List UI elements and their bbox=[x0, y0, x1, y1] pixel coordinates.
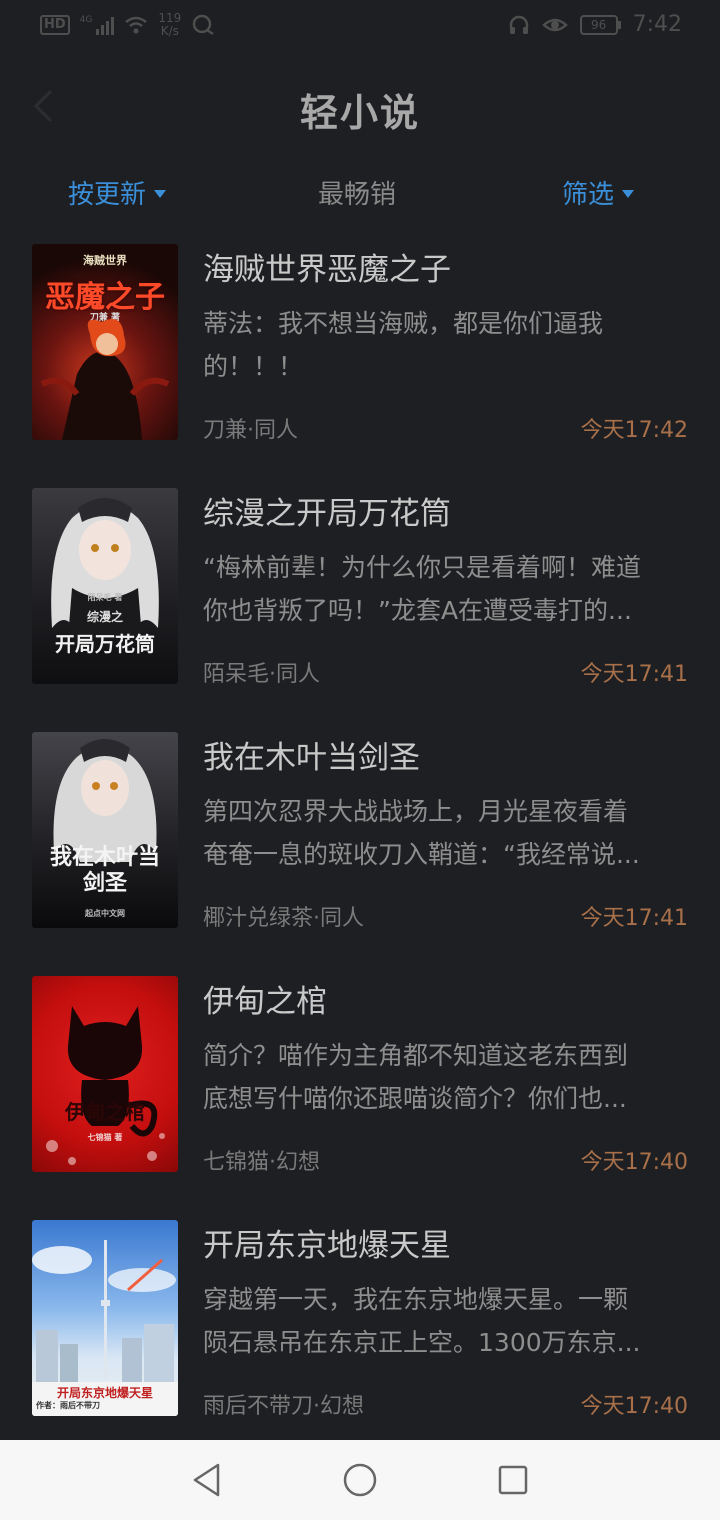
book-title: 海贼世界恶魔之子 bbox=[203, 252, 451, 288]
wifi-icon bbox=[125, 16, 148, 34]
circle-home-icon bbox=[343, 1463, 377, 1497]
status-bar: HD 4G 119 K/s 96 7:42 bbox=[0, 0, 720, 56]
battery-icon: 96 bbox=[579, 14, 621, 35]
app-root: HD 4G 119 K/s 96 7:42 轻小说 按更新 最畅销 筛选 海贼世… bbox=[0, 0, 720, 1520]
tab-latest-label: 按更新 bbox=[68, 180, 147, 210]
cover-text-main: 开局万花筒 bbox=[55, 632, 155, 656]
book-update-time: 今天17:40 bbox=[580, 1150, 688, 1175]
book-cover[interactable]: 综漫之 开局万花筒 陌呆毛 著 bbox=[32, 488, 178, 684]
tab-filter-label: 筛选 bbox=[562, 180, 615, 210]
book-list: 海贼世界 恶魔之子 刀兼 著 海贼世界恶魔之子 蒂法：我不想当海贼，都是你们逼我… bbox=[0, 244, 720, 1464]
book-update-time: 今天17:41 bbox=[580, 662, 688, 687]
book-author-category: 刀兼·同人 bbox=[203, 418, 298, 443]
book-desc: 简介？喵作为主角都不知道这老东西到 底想写什喵你还跟喵谈简介？你们也... bbox=[203, 1034, 691, 1120]
signal-icon: 4G bbox=[80, 15, 115, 35]
square-recents-icon bbox=[499, 1465, 528, 1495]
cover-author: 起点中文网 bbox=[85, 909, 125, 918]
book-item[interactable]: 伊甸之棺 七锦猫 著 伊甸之棺 简介？喵作为主角都不知道这老东西到 底想写什喵你… bbox=[0, 976, 720, 1220]
book-cover[interactable]: 开局东京地爆天星 作者：雨后不带刀 bbox=[32, 1220, 178, 1416]
hd-indicator: HD bbox=[40, 15, 70, 35]
book-desc-line: 第四次忍界大战战场上，月光星夜看着 bbox=[203, 797, 629, 826]
net-speed: 119 K/s bbox=[158, 12, 181, 38]
cover-text-top: 海贼世界 bbox=[83, 254, 127, 267]
book-desc-line: “梅林前辈！为什么你只是看着啊！难道 bbox=[203, 553, 641, 582]
cover-author: 七锦猫 著 bbox=[87, 1133, 123, 1142]
status-left: HD 4G 119 K/s bbox=[40, 12, 215, 38]
chat-bubble-icon bbox=[193, 14, 214, 36]
book-cover[interactable]: 伊甸之棺 七锦猫 著 bbox=[32, 976, 178, 1172]
nav-back-button[interactable] bbox=[182, 1455, 232, 1505]
book-title: 伊甸之棺 bbox=[203, 984, 327, 1020]
book-author-category: 雨后不带刀·幻想 bbox=[203, 1394, 364, 1419]
book-item[interactable]: 海贼世界 恶魔之子 刀兼 著 海贼世界恶魔之子 蒂法：我不想当海贼，都是你们逼我… bbox=[0, 244, 720, 488]
book-title: 开局东京地爆天星 bbox=[203, 1228, 451, 1264]
cover-text-top: 综漫之 bbox=[86, 610, 123, 624]
book-author-category: 椰汁兑绿茶·同人 bbox=[203, 906, 364, 931]
headphones-icon bbox=[509, 15, 528, 34]
book-author-category: 七锦猫·幻想 bbox=[203, 1150, 320, 1175]
net-gen-label: 4G bbox=[79, 15, 93, 25]
book-desc-line: 底想写什喵你还跟喵谈简介？你们也... bbox=[203, 1084, 627, 1113]
book-title: 综漫之开局万花筒 bbox=[203, 496, 451, 532]
nav-home-button[interactable] bbox=[335, 1455, 385, 1505]
book-update-time: 今天17:41 bbox=[580, 906, 688, 931]
eye-icon bbox=[541, 18, 568, 31]
system-nav-bar bbox=[0, 1440, 720, 1520]
cover-footer: 开局东京地爆天星 作者：雨后不带刀 bbox=[32, 1382, 178, 1416]
triangle-back-icon bbox=[193, 1463, 219, 1497]
status-time: 7:42 bbox=[632, 12, 682, 37]
cover-author: 陌呆毛 著 bbox=[87, 593, 123, 602]
net-speed-unit: K/s bbox=[160, 24, 179, 38]
cover-figure-icon bbox=[40, 319, 170, 440]
cover-figure-icon bbox=[53, 739, 157, 862]
book-item[interactable]: 开局东京地爆天星 作者：雨后不带刀 开局东京地爆天星 穿越第一天，我在东京地爆天… bbox=[0, 1220, 720, 1464]
tab-bestselling[interactable]: 最畅销 bbox=[318, 174, 396, 211]
book-desc-line: 蒂法：我不想当海贼，都是你们逼我 bbox=[203, 309, 604, 338]
book-desc-line: 穿越第一天，我在东京地爆天星。一颗 bbox=[203, 1285, 629, 1314]
book-desc-line: 陨石悬吊在东京正上空。1300万东京... bbox=[203, 1328, 641, 1357]
book-item[interactable]: 综漫之 开局万花筒 陌呆毛 著 综漫之开局万花筒 “梅林前辈！为什么你只是看着啊… bbox=[0, 488, 720, 732]
cover-text-main: 我在木叶当剑圣 bbox=[49, 844, 160, 896]
caret-down-icon bbox=[622, 189, 635, 198]
book-desc-line: 你也背叛了吗！”龙套A在遭受毒打的... bbox=[203, 596, 632, 625]
book-desc: 蒂法：我不想当海贼，都是你们逼我 的！！！ bbox=[203, 302, 691, 388]
book-title: 我在木叶当剑圣 bbox=[203, 740, 420, 776]
caret-down-icon bbox=[154, 189, 167, 198]
book-desc: 第四次忍界大战战场上，月光星夜看着 奄奄一息的斑收刀入鞘道：“我经常说... bbox=[203, 790, 691, 876]
page-title: 轻小说 bbox=[299, 90, 420, 135]
book-desc: 穿越第一天，我在东京地爆天星。一颗 陨石悬吊在东京正上空。1300万东京... bbox=[203, 1278, 691, 1364]
book-cover[interactable]: 我在木叶当剑圣 起点中文网 bbox=[32, 732, 178, 928]
tab-bestselling-label: 最畅销 bbox=[318, 180, 397, 210]
book-desc: “梅林前辈！为什么你只是看着啊！难道 你也背叛了吗！”龙套A在遭受毒打的... bbox=[203, 546, 691, 632]
tab-filter[interactable]: 筛选 bbox=[562, 174, 635, 211]
book-update-time: 今天17:40 bbox=[580, 1394, 688, 1419]
book-item[interactable]: 我在木叶当剑圣 起点中文网 我在木叶当剑圣 第四次忍界大战战场上，月光星夜看着 … bbox=[0, 732, 720, 976]
book-desc-line: 简介？喵作为主角都不知道这老东西到 bbox=[203, 1041, 629, 1070]
cover-text-main: 伊甸之棺 bbox=[65, 1100, 145, 1124]
header: 轻小说 bbox=[0, 72, 720, 142]
status-right: 96 7:42 bbox=[508, 12, 682, 37]
book-cover[interactable]: 海贼世界 恶魔之子 刀兼 著 bbox=[32, 244, 178, 440]
book-desc-line: 的！！！ bbox=[203, 352, 304, 381]
sort-bar: 按更新 最畅销 筛选 bbox=[0, 170, 720, 216]
cover-text-main: 开局东京地爆天星 bbox=[56, 1386, 153, 1400]
nav-recents-button[interactable] bbox=[488, 1455, 538, 1505]
book-update-time: 今天17:42 bbox=[580, 418, 688, 443]
book-author-category: 陌呆毛·同人 bbox=[203, 662, 320, 687]
cover-author: 作者：雨后不带刀 bbox=[36, 1401, 100, 1410]
battery-level: 96 bbox=[579, 14, 618, 35]
book-desc-line: 奄奄一息的斑收刀入鞘道：“我经常说... bbox=[203, 840, 640, 869]
tab-latest[interactable]: 按更新 bbox=[68, 174, 167, 211]
